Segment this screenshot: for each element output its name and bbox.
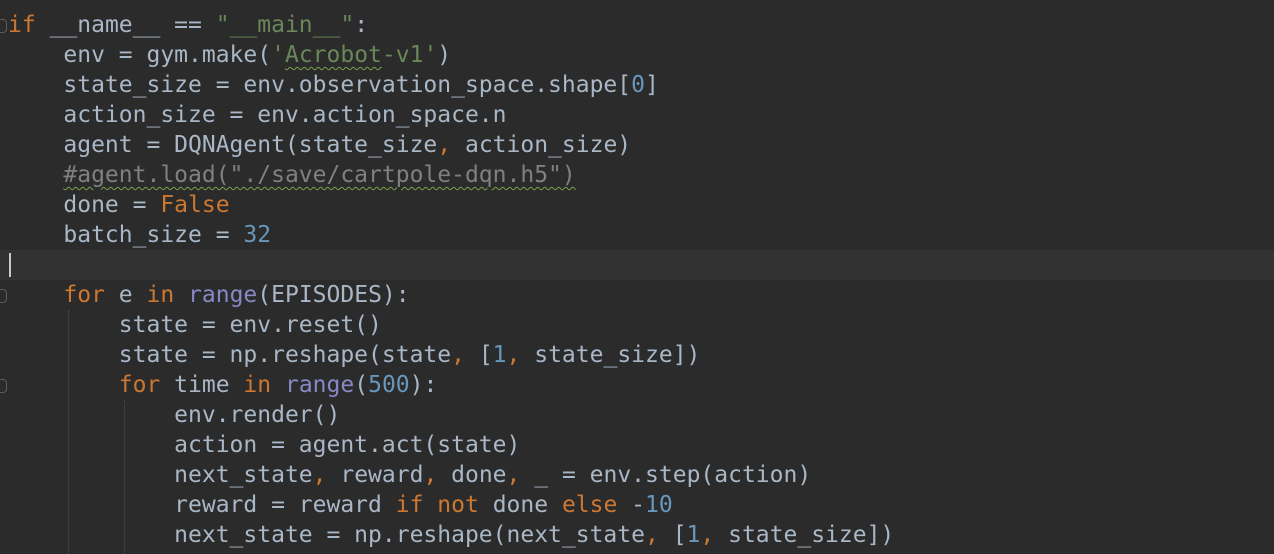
code-line[interactable]: ​ bbox=[8, 250, 894, 280]
code-token: action = agent.act(state) bbox=[8, 432, 521, 458]
code-token: ] bbox=[644, 72, 659, 98]
code-editor[interactable]: if __name__ == "__main__": env = gym.mak… bbox=[0, 0, 1274, 554]
code-token: 32 bbox=[243, 222, 272, 248]
code-token: , bbox=[423, 462, 438, 488]
code-token: if bbox=[8, 12, 36, 38]
code-line[interactable]: for e in range(EPISODES): bbox=[8, 280, 894, 310]
code-token: batch_size = bbox=[8, 222, 244, 248]
code-token: _ = env.step(action) bbox=[520, 462, 812, 488]
code-token: ): bbox=[409, 372, 438, 398]
fold-marker-icon[interactable] bbox=[0, 379, 7, 393]
code-token: False bbox=[160, 192, 230, 218]
code-token: __name__ == bbox=[35, 12, 216, 38]
code-line[interactable]: if __name__ == "__main__": bbox=[8, 10, 894, 40]
code-token: 1 bbox=[686, 522, 701, 548]
code-line[interactable]: env.render() bbox=[8, 400, 894, 430]
fold-marker-icon[interactable] bbox=[0, 289, 7, 303]
code-token: reward = reward bbox=[8, 492, 396, 518]
code-token: 1 bbox=[492, 342, 507, 368]
code-token: else bbox=[561, 492, 618, 518]
code-line[interactable]: state = np.reshape(state, [1, state_size… bbox=[8, 340, 894, 370]
code-token: : bbox=[354, 12, 369, 38]
code-token: next_state = np.reshape(next_state bbox=[8, 522, 645, 548]
code-line[interactable]: batch_size = 32 bbox=[8, 220, 894, 250]
code-token: [ bbox=[658, 522, 687, 548]
code-line[interactable]: next_state, reward, done, _ = env.step(a… bbox=[8, 460, 894, 490]
code-token: , bbox=[437, 132, 452, 158]
code-line[interactable]: state = env.reset() bbox=[8, 310, 894, 340]
code-token: state_size = env.observation_space.shape… bbox=[8, 72, 632, 98]
code-token: ( bbox=[354, 372, 369, 398]
code-token: -v1' bbox=[381, 42, 438, 68]
fold-marker-icon[interactable] bbox=[0, 19, 7, 33]
code-line[interactable]: state_size = env.observation_space.shape… bbox=[8, 70, 894, 100]
code-token: agent = DQNAgent(state_size bbox=[8, 132, 438, 158]
code-token: ' bbox=[271, 42, 285, 68]
code-token: env.render() bbox=[8, 402, 341, 428]
code-token: state_size]) bbox=[714, 522, 895, 548]
code-token: "__main__" bbox=[215, 12, 355, 38]
code-token: done bbox=[437, 462, 507, 488]
code-lines[interactable]: if __name__ == "__main__": env = gym.mak… bbox=[8, 10, 894, 550]
code-token: , bbox=[506, 462, 521, 488]
code-token: not bbox=[437, 492, 479, 518]
code-token: , bbox=[312, 462, 327, 488]
code-line[interactable]: env = gym.make('Acrobot-v1') bbox=[8, 40, 894, 70]
code-token: (EPISODES): bbox=[257, 282, 410, 308]
code-token: 500 bbox=[368, 372, 410, 398]
code-token: done bbox=[478, 492, 562, 518]
code-token: in bbox=[146, 282, 175, 308]
code-token: state_size]) bbox=[520, 342, 701, 368]
code-token: 0 bbox=[631, 72, 645, 98]
code-token: for bbox=[118, 372, 161, 398]
code-token: , bbox=[451, 342, 465, 368]
text-caret bbox=[9, 253, 11, 277]
code-token: for bbox=[63, 282, 105, 308]
code-token: 10 bbox=[645, 492, 673, 518]
code-line[interactable]: agent = DQNAgent(state_size, action_size… bbox=[8, 130, 894, 160]
code-line[interactable]: #agent.load("./save/cartpole-dqn.h5") bbox=[8, 160, 894, 190]
code-token: - bbox=[617, 492, 646, 518]
code-token: ) bbox=[437, 42, 452, 68]
code-token: , bbox=[700, 522, 715, 548]
code-line[interactable]: reward = reward if not done else -10 bbox=[8, 490, 894, 520]
code-token: state = np.reshape(state bbox=[8, 342, 452, 368]
code-token: e bbox=[104, 282, 147, 308]
code-token: env = gym.make( bbox=[8, 42, 272, 68]
code-token: next_state bbox=[8, 462, 313, 488]
code-token: range bbox=[284, 372, 355, 398]
code-token: done = bbox=[8, 192, 161, 218]
code-token: state = env.reset() bbox=[8, 312, 382, 338]
code-token: if bbox=[395, 492, 424, 518]
code-token: action_size) bbox=[451, 132, 632, 158]
code-token: in bbox=[243, 372, 272, 398]
code-token: [ bbox=[464, 342, 493, 368]
code-token: range bbox=[188, 282, 258, 308]
code-line[interactable]: done = False bbox=[8, 190, 894, 220]
code-line[interactable]: action = agent.act(state) bbox=[8, 430, 894, 460]
code-token: , bbox=[644, 522, 659, 548]
code-token: time bbox=[160, 372, 244, 398]
code-token: Acrobot bbox=[284, 42, 382, 68]
code-line[interactable]: action_size = env.action_space.n bbox=[8, 100, 894, 130]
code-line[interactable]: for time in range(500): bbox=[8, 370, 894, 400]
code-token: action_size = env.action_space.n bbox=[8, 102, 507, 128]
code-token: reward bbox=[326, 462, 424, 488]
code-token: , bbox=[506, 342, 521, 368]
code-line[interactable]: next_state = np.reshape(next_state, [1, … bbox=[8, 520, 894, 550]
code-token: #agent.load("./save/cartpole-dqn.h5") bbox=[63, 162, 576, 188]
